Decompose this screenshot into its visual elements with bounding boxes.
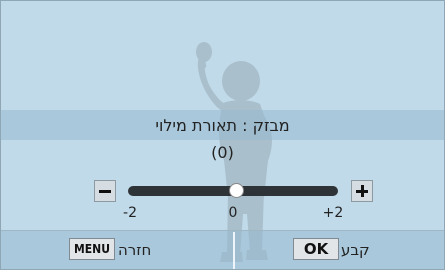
ok-key-badge[interactable]: OK xyxy=(293,238,339,260)
decrease-button[interactable] xyxy=(94,180,116,202)
setting-title: מבזק : תאורת מילוי xyxy=(155,116,290,135)
tick-label-max: +2 xyxy=(322,205,344,221)
set-label[interactable]: קבע xyxy=(341,241,370,259)
minus-icon xyxy=(99,190,111,193)
setting-value: (0) xyxy=(211,143,234,162)
bottom-divider xyxy=(233,232,235,270)
back-label[interactable]: חזרה xyxy=(118,241,151,259)
bottom-bar xyxy=(0,230,445,270)
tick-label-mid: 0 xyxy=(228,205,238,221)
camera-screen: מבזק : תאורת מילוי (0) -2 0 +2 MENU חזרה… xyxy=(0,0,445,270)
tick-label-min: -2 xyxy=(123,205,137,221)
menu-key-badge[interactable]: MENU xyxy=(69,238,115,260)
increase-button[interactable] xyxy=(351,180,373,202)
exposure-slider-thumb[interactable] xyxy=(228,183,244,198)
